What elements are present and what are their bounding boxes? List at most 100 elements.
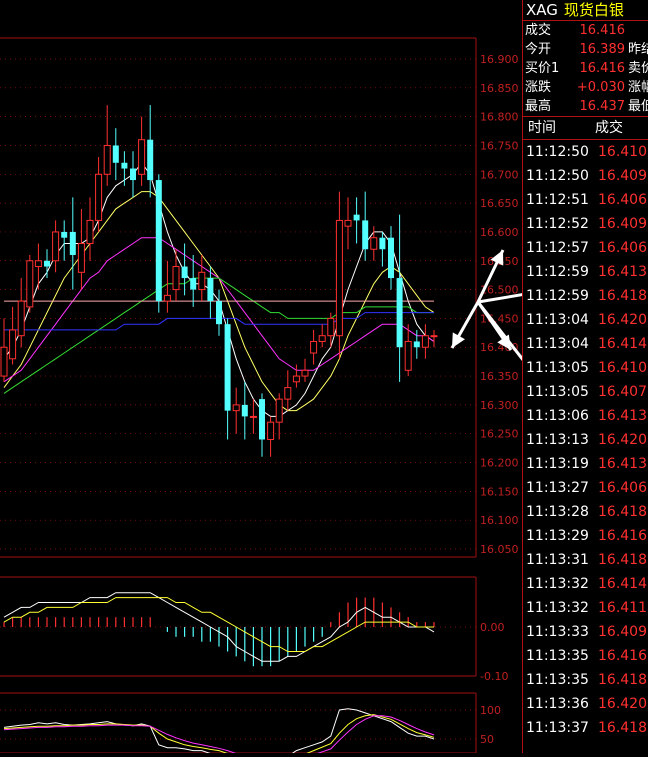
tick-price: 16.416 [598,528,647,544]
tick-time: 11:13:05 [526,360,589,376]
candle-body [69,231,76,255]
candle-body [112,145,119,163]
oscillator-line [3,715,435,757]
quote-label-secondary: 涨幅 [628,80,648,95]
candle-body [275,398,283,423]
y-tick-label: 16.900 [480,53,519,66]
tick-time: 11:13:28 [526,504,589,520]
chart-area[interactable]: 16.900 16.850 16.800 16.750 16.700 16.650 16.6… [0,0,568,757]
candle-body [190,278,197,290]
y-tick-label: 16.750 [480,139,519,152]
y-tick-label: 16.850 [480,82,519,95]
quote-value: 16.416 [579,61,626,76]
tick-row[interactable]: 11:13:32 16.414 [523,572,648,596]
y-tick-label: 16.100 [480,514,519,527]
tick-row[interactable]: 11:13:37 16.418 [523,716,648,740]
ticks-header: 时间 成交 [523,117,648,139]
tick-row[interactable]: 11:13:32 16.411 [523,596,648,620]
tick-row[interactable]: 11:13:33 16.409 [523,620,648,644]
tick-time: 11:13:33 [526,624,589,640]
ticks-header-price: 成交 [595,120,623,136]
candle-body [224,324,231,411]
tick-price: 16.409 [598,168,647,184]
tick-time: 11:12:59 [526,288,589,304]
y-tick-label: 0.00 [480,621,505,634]
candle-body [249,415,257,418]
tick-row[interactable]: 11:13:29 16.416 [523,524,648,548]
quote-table: 成交16.416今开16.389昨结买价116.416卖价涨跌+0.030涨幅最… [523,21,648,116]
tick-time: 11:13:31 [526,552,589,568]
tick-price: 16.406 [598,480,647,496]
tick-time: 11:13:32 [526,600,589,616]
tick-price: 16.418 [598,720,647,736]
tick-time: 11:13:32 [526,576,589,592]
y-tick-label: 16.350 [480,370,519,383]
quote-label: 最高 [525,99,552,114]
quote-value: +0.030 [576,80,625,95]
candle-body [147,139,154,181]
candle-body [413,341,420,348]
tick-row[interactable]: 11:13:35 16.416 [523,644,648,668]
candle-body [44,260,50,267]
tick-row[interactable]: 11:12:50 16.409 [523,164,648,188]
candle-body [362,220,369,250]
quote-row: 买价1 16.416卖价 [523,59,648,78]
candle-body [0,346,8,377]
candle-body [95,173,103,221]
tick-row[interactable]: 11:12:57 16.406 [523,236,648,260]
candle-body [292,375,300,383]
candle-body [77,242,85,273]
candle-body [335,219,343,337]
tick-row[interactable]: 11:13:04 16.420 [523,308,648,332]
tick-time: 11:12:50 [526,168,589,184]
tick-price: 16.418 [598,504,647,520]
tick-row[interactable]: 11:13:28 16.418 [523,500,648,524]
tick-row[interactable]: 11:13:05 16.410 [523,356,648,380]
tick-time: 11:12:52 [526,216,589,232]
tick-time: 11:13:06 [526,408,589,424]
tick-time: 11:13:27 [526,480,589,496]
tick-row[interactable]: 11:12:51 16.406 [523,188,648,212]
tick-row[interactable]: 11:13:35 16.418 [523,668,648,692]
tick-row[interactable]: 11:13:31 16.418 [523,548,648,572]
candle-body [327,317,335,337]
quote-row: 成交 16.416 [523,21,648,40]
tick-row[interactable]: 11:13:05 16.407 [523,380,648,404]
kline-chart[interactable]: 16.900 16.850 16.800 16.750 16.700 16.650 16.6… [0,0,568,757]
quote-row: 最高 16.437最低 [523,97,648,116]
tick-row[interactable]: 11:13:13 16.420 [523,428,648,452]
y-tick-label: 16.800 [480,111,519,124]
quote-value: 16.416 [579,23,626,38]
tick-price: 16.416 [598,648,647,664]
tick-price: 16.407 [598,384,647,400]
quote-value: 16.437 [579,99,626,114]
candle-body [318,335,326,342]
tick-row[interactable]: 11:12:59 16.418 [523,284,648,308]
tick-row[interactable]: 11:13:06 16.413 [523,404,648,428]
tick-row[interactable]: 11:13:27 16.406 [523,476,648,500]
tick-row[interactable]: 11:12:50 16.410 [523,140,648,164]
ticks-list[interactable]: 11:12:50 16.410 11:12:50 16.409 11:12:51 16.4… [523,140,648,740]
quote-label-secondary: 昨结 [628,42,648,57]
oscillator-line [3,714,435,757]
candle-body [61,231,68,238]
tick-price: 16.420 [598,312,647,328]
quote-label: 涨跌 [525,80,552,95]
candle-body [198,271,206,291]
tick-row[interactable]: 11:13:04 16.414 [523,332,648,356]
y-tick-label: -0.10 [480,670,508,683]
tick-time: 11:13:04 [526,312,589,328]
tick-row[interactable]: 11:13:36 16.420 [523,692,648,716]
y-tick-label: 16.300 [480,399,519,412]
tick-row[interactable]: 11:13:19 16.413 [523,452,648,476]
tick-price: 16.420 [598,432,647,448]
tick-row[interactable]: 11:12:52 16.409 [523,212,648,236]
candle-body [138,139,146,175]
tick-row[interactable]: 11:12:59 16.413 [523,260,648,284]
tick-time: 11:13:04 [526,336,589,352]
candle-body [26,260,34,308]
candle-body [310,340,318,354]
candle-body [267,421,275,440]
tick-time: 11:13:19 [526,456,589,472]
tick-price: 16.413 [598,408,647,424]
